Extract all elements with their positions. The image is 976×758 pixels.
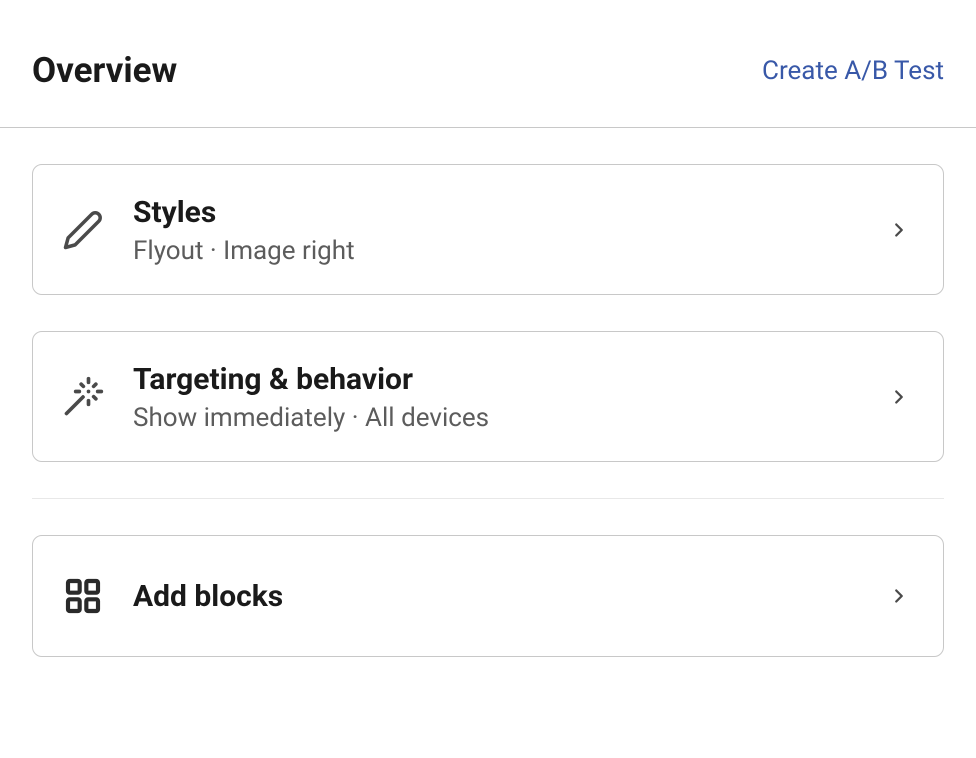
add-blocks-title: Add blocks <box>133 577 883 616</box>
magic-wand-icon <box>57 371 109 423</box>
pencil-icon <box>57 204 109 256</box>
targeting-subtitle: Show immediately · All devices <box>133 403 883 433</box>
page-title: Overview <box>32 50 177 91</box>
targeting-content: Targeting & behavior Show immediately · … <box>133 360 883 433</box>
styles-title: Styles <box>133 193 883 232</box>
chevron-right-icon <box>883 214 915 246</box>
header: Overview Create A/B Test <box>0 0 976 128</box>
targeting-title: Targeting & behavior <box>133 360 883 399</box>
blocks-grid-icon <box>57 570 109 622</box>
chevron-right-icon <box>883 580 915 612</box>
styles-content: Styles Flyout · Image right <box>133 193 883 266</box>
add-blocks-card[interactable]: Add blocks <box>32 535 944 657</box>
styles-subtitle: Flyout · Image right <box>133 236 883 266</box>
content-area: Styles Flyout · Image right Tar <box>0 128 976 693</box>
targeting-card[interactable]: Targeting & behavior Show immediately · … <box>32 331 944 462</box>
create-ab-test-link[interactable]: Create A/B Test <box>762 56 944 86</box>
add-blocks-content: Add blocks <box>133 577 883 616</box>
chevron-right-icon <box>883 381 915 413</box>
styles-card[interactable]: Styles Flyout · Image right <box>32 164 944 295</box>
section-divider <box>32 498 944 499</box>
